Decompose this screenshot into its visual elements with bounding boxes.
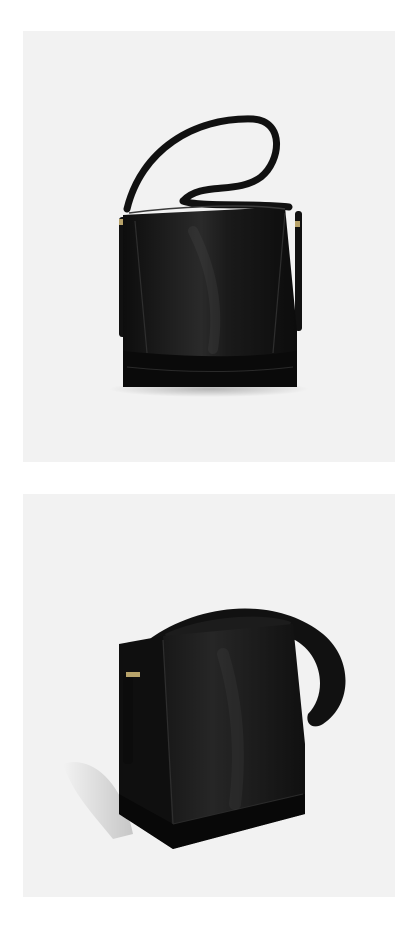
product-photo-front bbox=[23, 31, 395, 462]
bucket-bag-angle-image bbox=[63, 608, 346, 849]
bucket-bag-front-image bbox=[109, 115, 309, 397]
product-photo-angle bbox=[23, 494, 395, 897]
